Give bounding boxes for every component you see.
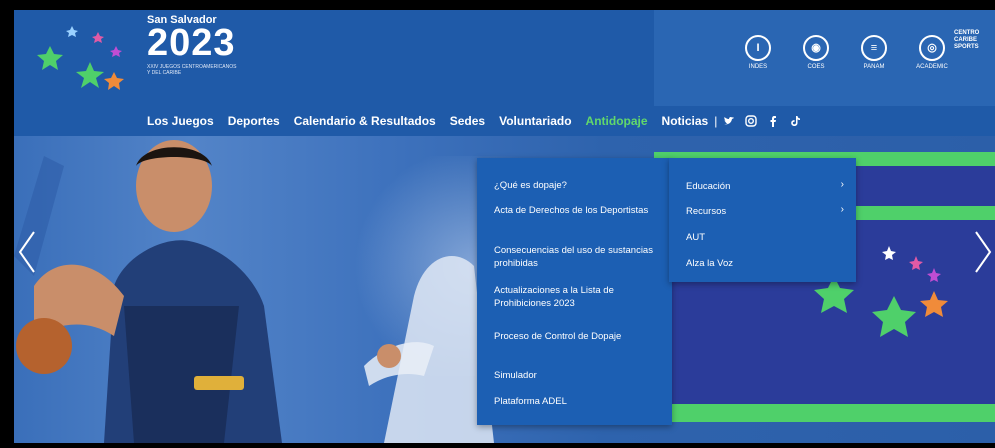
- stars-logo-icon[interactable]: [28, 16, 138, 96]
- decorative-green-band: [654, 404, 995, 422]
- nav-item-calendario[interactable]: Calendario & Resultados: [294, 114, 436, 128]
- coes-logo-icon: ◉: [803, 34, 829, 61]
- dropdown-item-plataforma-adel[interactable]: Plataforma ADEL: [494, 395, 654, 408]
- logo-subtitle: XXIV JUEGOS CENTROAMERICANOS Y DEL CARIB…: [147, 64, 237, 76]
- centro-line: CARIBE: [954, 37, 978, 43]
- centro-line: SPORTS: [954, 44, 979, 50]
- nav-item-sedes[interactable]: Sedes: [450, 114, 485, 128]
- tiktok-icon[interactable]: [789, 115, 801, 127]
- logo-year: 2023: [147, 22, 236, 64]
- dropdown-item-control-dopaje[interactable]: Proceso de Control de Dopaje: [494, 330, 654, 343]
- centro-caribe-logo[interactable]: CENTRO CARIBE SPORTS: [954, 30, 979, 51]
- screenshot-frame: San Salvador 2023 XXIV JUEGOS CENTROAMER…: [0, 0, 995, 448]
- chevron-right-icon: ›: [840, 179, 844, 190]
- antidopaje-dropdown-menu: ¿Qué es dopaje? Acta de Derechos de los …: [477, 158, 672, 425]
- sponsor-label: ACADEMIC: [916, 63, 948, 70]
- nav-item-noticias[interactable]: Noticias: [662, 114, 709, 128]
- submenu-item-educacion[interactable]: Educación: [686, 180, 846, 193]
- indes-logo-icon: I: [745, 34, 771, 61]
- sponsor-label: COES: [807, 63, 825, 70]
- main-navigation: Los Juegos Deportes Calendario & Resulta…: [14, 106, 995, 136]
- basketball-player-image: [14, 140, 282, 443]
- dropdown-item-lista-prohibiciones[interactable]: Actualizaciones a la Lista de Prohibicio…: [494, 284, 654, 310]
- sponsor-logos: I INDES ◉ COES ≡ PANAM ◎ ACADEMIC: [736, 30, 954, 74]
- carousel-next-arrow-icon[interactable]: [972, 230, 994, 274]
- nav-item-los-juegos[interactable]: Los Juegos: [147, 114, 214, 128]
- submenu-item-alza-la-voz[interactable]: Alza la Voz: [686, 257, 846, 270]
- instagram-icon[interactable]: [745, 115, 758, 127]
- site-header: San Salvador 2023 XXIV JUEGOS CENTROAMER…: [14, 10, 995, 106]
- sponsor-panam[interactable]: ≡ PANAM: [852, 30, 896, 74]
- submenu-item-aut[interactable]: AUT: [686, 231, 846, 244]
- nav-divider: |: [714, 114, 718, 128]
- chevron-right-icon: ›: [840, 204, 844, 215]
- panam-logo-icon: ≡: [861, 34, 887, 61]
- sponsor-indes[interactable]: I INDES: [736, 30, 780, 74]
- sponsor-label: INDES: [748, 63, 768, 70]
- dropdown-item-simulador[interactable]: Simulador: [494, 369, 654, 382]
- dropdown-item-que-es-dopaje[interactable]: ¿Qué es dopaje?: [494, 179, 654, 192]
- dropdown-item-acta-derechos[interactable]: Acta de Derechos de los Deportistas: [494, 204, 654, 217]
- event-logo-text[interactable]: San Salvador 2023 XXIV JUEGOS CENTROAMER…: [147, 14, 237, 76]
- academic-logo-icon: ◎: [919, 34, 945, 61]
- carousel-prev-arrow-icon[interactable]: [16, 230, 38, 274]
- centro-line: CENTRO: [954, 30, 980, 36]
- sponsor-academic[interactable]: ◎ ACADEMIC: [910, 30, 954, 74]
- antidopaje-sub-menu: Educación › Recursos › AUT Alza la Voz: [669, 158, 856, 282]
- sponsor-coes[interactable]: ◉ COES: [794, 30, 838, 74]
- twitter-icon[interactable]: [723, 115, 735, 127]
- nav-item-deportes[interactable]: Deportes: [228, 114, 280, 128]
- nav-item-voluntariado[interactable]: Voluntariado: [499, 114, 571, 128]
- facebook-icon[interactable]: [767, 115, 779, 127]
- dropdown-item-consecuencias[interactable]: Consecuencias del uso de sustancias proh…: [494, 244, 654, 270]
- sponsor-label: PANAM: [863, 63, 885, 70]
- nav-item-antidopaje[interactable]: Antidopaje: [586, 114, 648, 128]
- website: San Salvador 2023 XXIV JUEGOS CENTROAMER…: [14, 10, 995, 443]
- submenu-item-recursos[interactable]: Recursos: [686, 205, 846, 218]
